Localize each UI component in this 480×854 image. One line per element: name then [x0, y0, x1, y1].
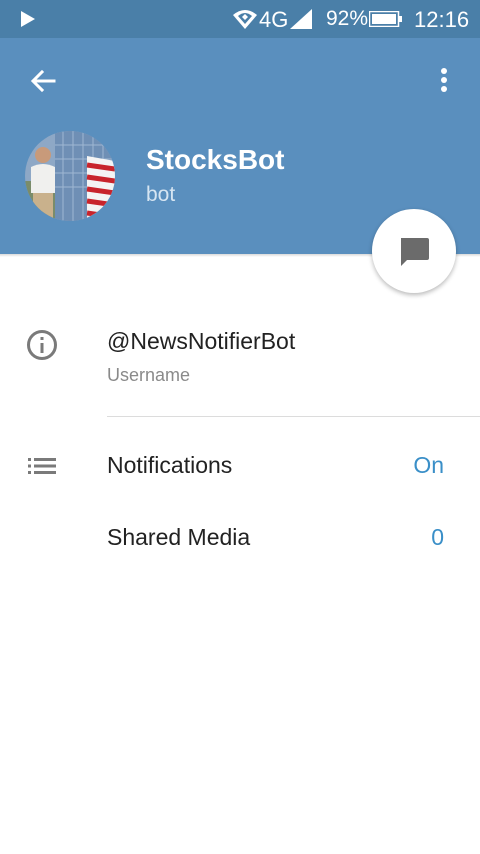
shared-media-count: 0 — [431, 524, 444, 550]
profile-title: StocksBot — [146, 144, 285, 175]
battery-percent: 92% — [326, 7, 369, 30]
play-icon — [20, 11, 36, 32]
info-circle-icon — [26, 329, 58, 366]
chat-bubble-icon — [401, 238, 429, 266]
more-options-button[interactable] — [430, 62, 458, 102]
signal-icon — [290, 9, 312, 34]
network-type: 4G — [259, 7, 289, 32]
profile-subtitle: bot — [146, 183, 176, 206]
wifi-icon — [233, 9, 257, 34]
avatar[interactable] — [25, 131, 115, 221]
divider — [107, 416, 480, 417]
clock: 12:16 — [414, 7, 470, 32]
notifications-row[interactable]: Notifications On — [0, 433, 480, 497]
username-value[interactable]: @NewsNotifierBot — [107, 328, 295, 355]
send-message-button[interactable] — [372, 209, 456, 293]
more-vertical-icon — [441, 68, 447, 92]
arrow-left-icon — [30, 69, 56, 93]
back-button[interactable] — [22, 62, 62, 102]
battery-icon — [368, 10, 403, 32]
notifications-label: Notifications — [107, 452, 233, 478]
shared-media-label: Shared Media — [107, 524, 251, 550]
list-icon — [28, 458, 56, 479]
shared-media-row[interactable]: Shared Media 0 — [0, 505, 480, 569]
username-label: Username — [107, 365, 191, 385]
status-bar: 4G 92% 12:16 — [0, 0, 480, 38]
notifications-value: On — [413, 452, 444, 478]
